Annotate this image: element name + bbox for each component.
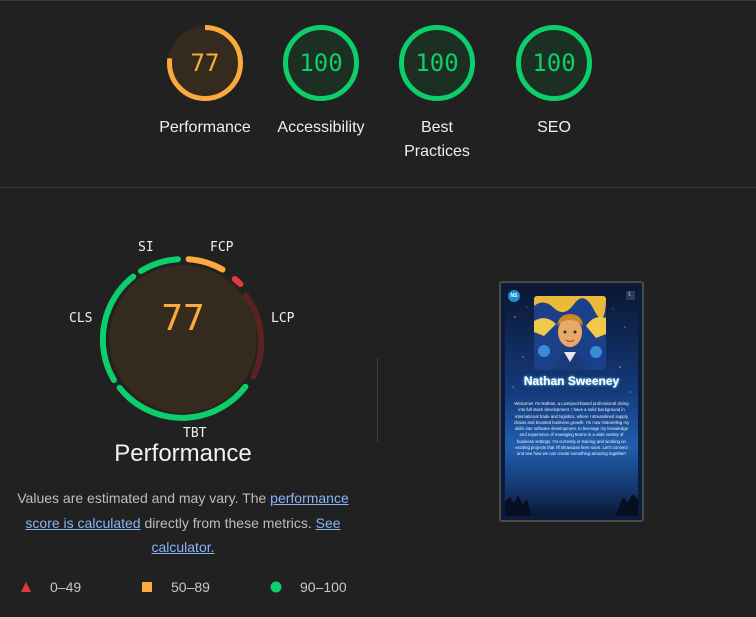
gauge-label: Performance (159, 119, 251, 136)
vertical-separator (377, 358, 378, 442)
category-gauges: 77 Performance 100 Accessibility 100 Bes… (145, 24, 615, 174)
gauge-score: 77 (190, 49, 220, 77)
legend-label: 0–49 (50, 579, 82, 595)
gauge-performance[interactable]: 77 Performance (145, 24, 265, 140)
gauge-score: 100 (299, 49, 343, 77)
metric-label-lcp: LCP (271, 311, 295, 326)
gauge-label: SEO (537, 119, 571, 136)
segment-lcp-fill (231, 276, 244, 287)
gauge-seo[interactable]: 100 SEO (494, 24, 614, 140)
performance-gauge (99, 256, 265, 421)
metric-label-tbt: TBT (183, 426, 207, 441)
gauge-inner (109, 265, 257, 413)
theme-toggle-icon: ☾ (626, 291, 635, 300)
gauge-best-practices[interactable]: 100 Best Practices (377, 24, 497, 164)
performance-score: 77 (161, 298, 205, 339)
legend-label: 50–89 (171, 579, 210, 595)
legend-fail: 0–49 (21, 578, 82, 596)
gauge-score: 100 (415, 49, 459, 77)
metric-label-cls: CLS (69, 311, 93, 326)
metric-label-si: SI (138, 240, 154, 255)
metric-label-fcp: FCP (210, 240, 234, 255)
site-bio: Welcome! I'm Nathan, a Liverpool-based p… (513, 401, 630, 457)
legend-label: 90–100 (300, 579, 347, 595)
performance-title: Performance (114, 440, 252, 467)
square-icon (142, 582, 152, 592)
gauge-accessibility[interactable]: 100 Accessibility (261, 24, 381, 140)
section-divider (0, 187, 756, 188)
gauge-label: Accessibility (277, 119, 365, 136)
circle-icon (270, 581, 282, 593)
legend-average: 50–89 (142, 578, 210, 596)
site-name: Nathan Sweeney (523, 374, 620, 388)
portrait-art (534, 296, 606, 370)
score-legend: 0–49 50–89 90–100 (0, 578, 756, 598)
top-border (0, 0, 756, 1)
gauge-label: Best Practices (404, 119, 470, 160)
note-prefix: Values are estimated and may vary. The (17, 490, 267, 506)
triangle-icon (21, 582, 31, 592)
gauge-score: 100 (532, 49, 576, 77)
score-note: Values are estimated and may vary. The p… (14, 486, 352, 560)
final-screenshot[interactable]: NS ☾ Nathan Sweeney Welcome! I'm Nathan,… (499, 281, 644, 522)
legend-pass: 90–100 (270, 578, 347, 596)
portrait-image (534, 296, 606, 370)
logo-badge: NS (508, 290, 520, 302)
note-middle: directly from these metrics. (144, 514, 312, 531)
screenshot-page: NS ☾ Nathan Sweeney Welcome! I'm Nathan,… (505, 287, 638, 516)
